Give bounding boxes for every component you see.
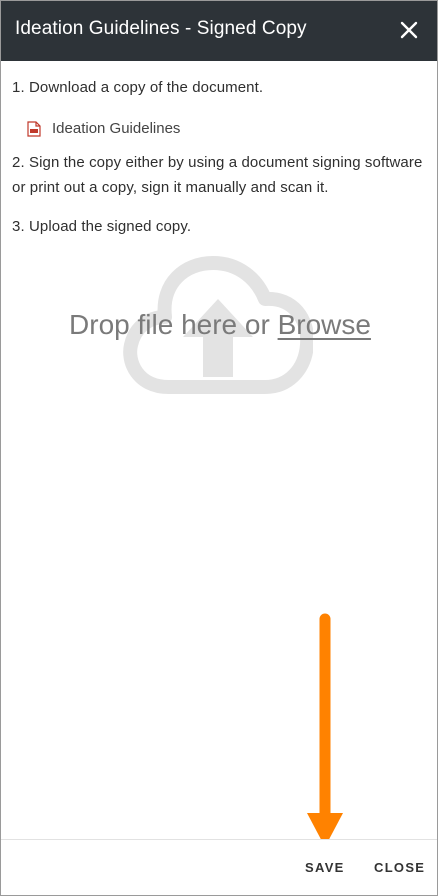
- pdf-file-icon: [27, 121, 41, 137]
- signed-copy-dialog: Ideation Guidelines - Signed Copy 1. Dow…: [0, 0, 438, 896]
- document-download-link[interactable]: Ideation Guidelines: [27, 117, 180, 139]
- step-sign-text: 2. Sign the copy either by using a docum…: [12, 154, 423, 196]
- close-button[interactable]: CLOSE: [374, 860, 425, 875]
- drop-instruction: Drop file here or: [69, 309, 278, 340]
- file-drop-zone[interactable]: Drop file here or Browse: [1, 241, 438, 411]
- browse-link[interactable]: Browse: [278, 309, 371, 340]
- dialog-title: Ideation Guidelines - Signed Copy: [15, 18, 307, 39]
- dialog-footer: SAVE CLOSE: [1, 839, 437, 895]
- step-upload-text: 3. Upload the signed copy.: [12, 218, 192, 235]
- save-button[interactable]: SAVE: [305, 860, 345, 875]
- close-icon[interactable]: [399, 20, 419, 40]
- dialog-header: Ideation Guidelines - Signed Copy: [1, 1, 437, 61]
- document-link-label: Ideation Guidelines: [52, 119, 181, 137]
- drop-zone-text: Drop file here or Browse: [1, 309, 438, 341]
- step-download-text: 1. Download a copy of the document.: [12, 79, 264, 96]
- down-arrow-icon: [307, 613, 343, 847]
